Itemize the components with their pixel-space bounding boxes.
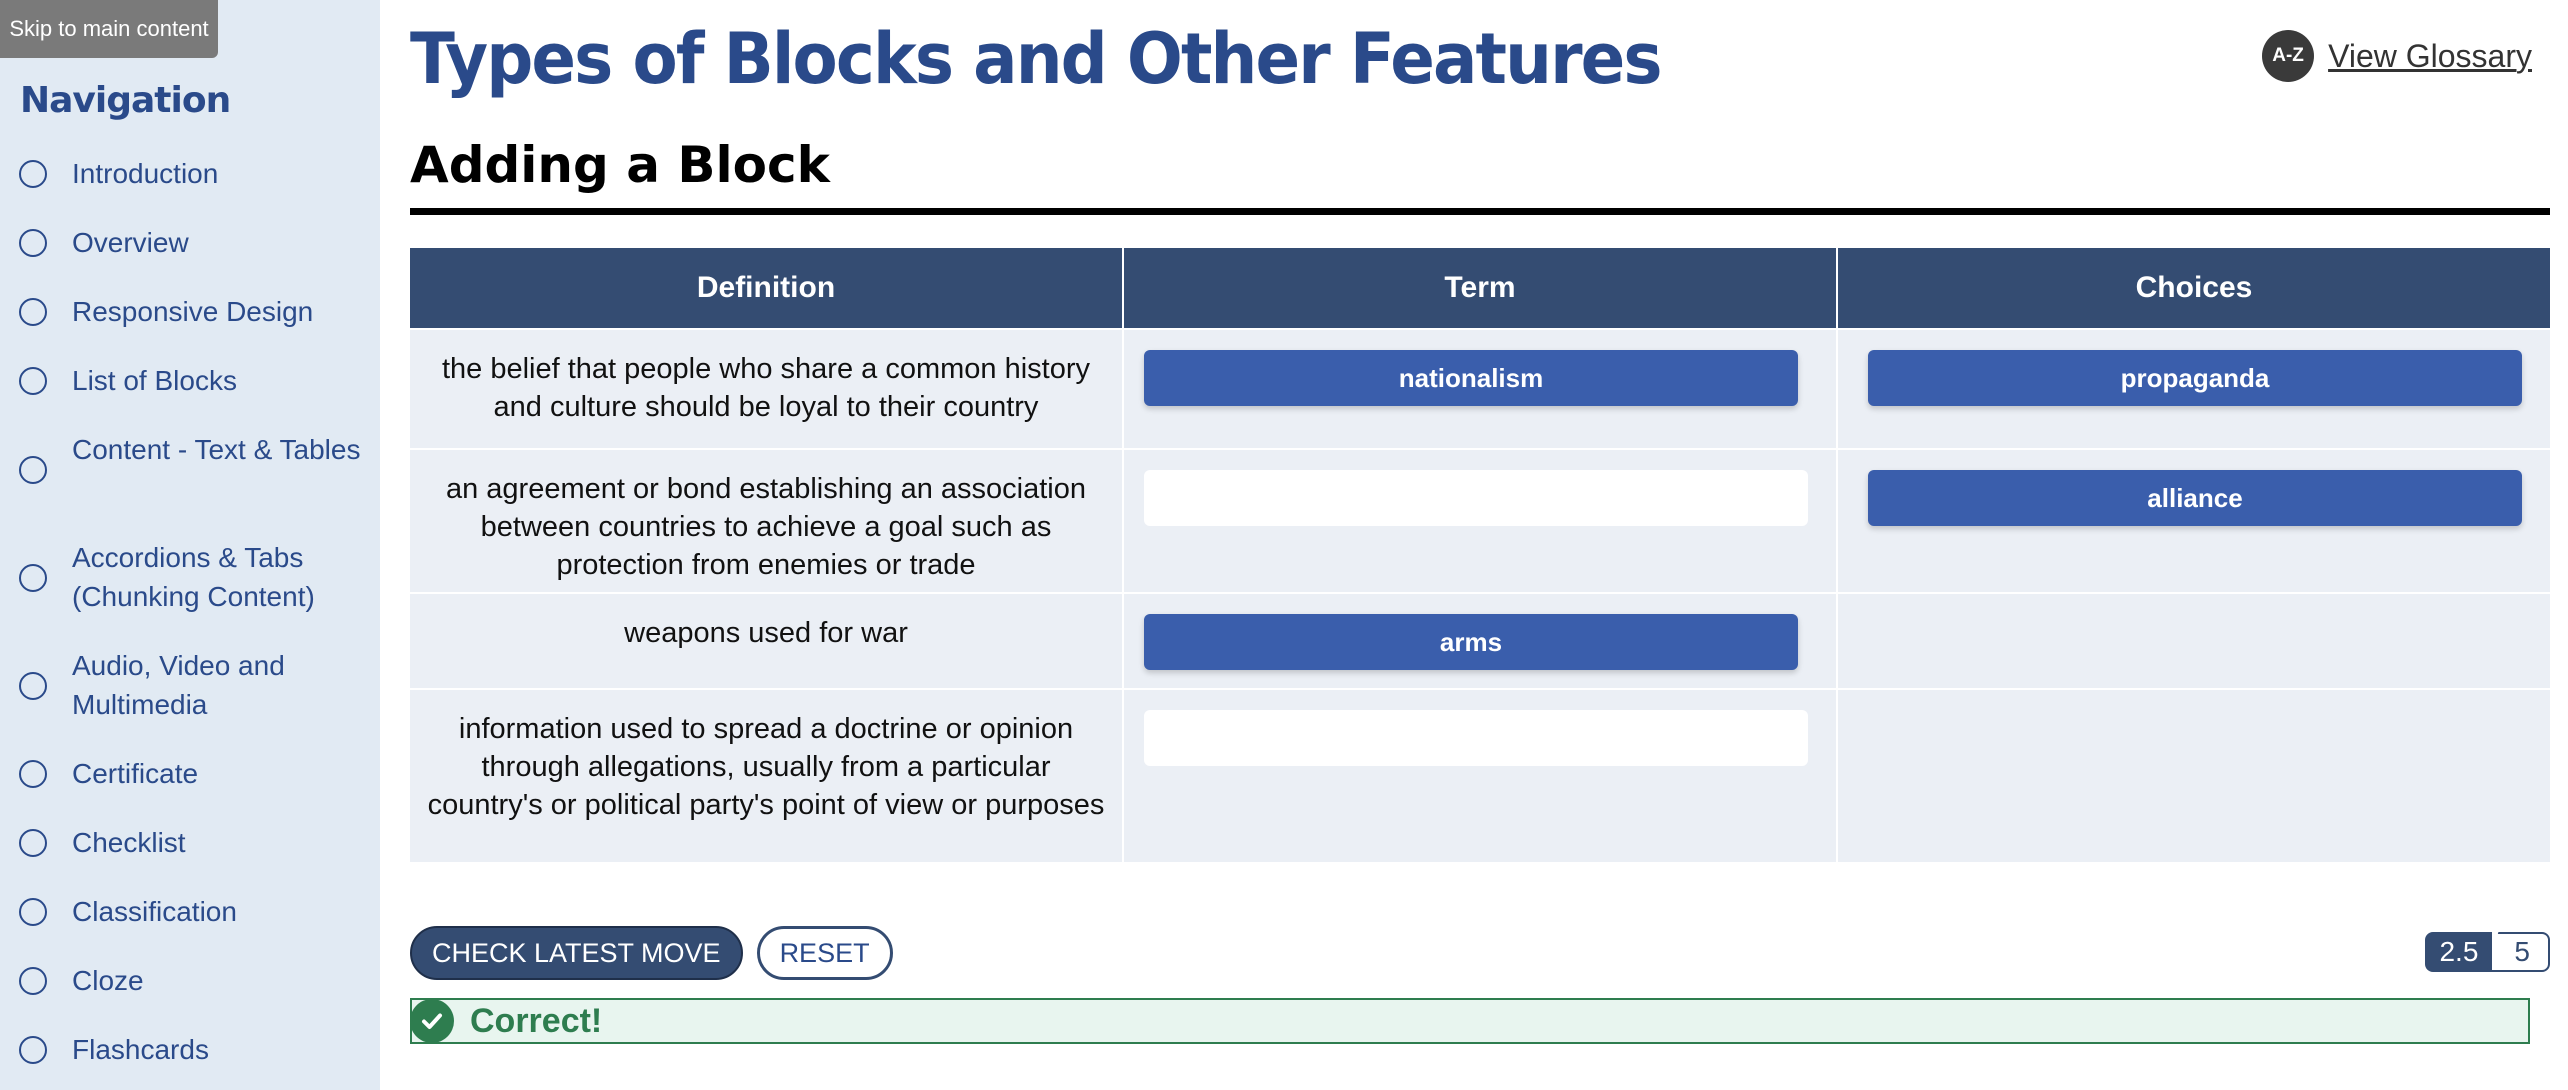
nav-item-label: Accordions & Tabs (Chunking Content) [72,542,315,612]
nav-item-label: Introduction [72,158,219,189]
choice-cell: alliance [1838,450,2550,592]
radio-icon [19,229,47,257]
nav-item-certificate[interactable]: Certificate [0,754,380,794]
definition-cell: an agreement or bond establishing an ass… [410,450,1122,592]
definition-cell: information used to spread a doctrine or… [410,690,1122,862]
nav-item-label: Certificate [72,758,199,789]
check-latest-move-button[interactable]: CHECK LATEST MOVE [410,926,743,980]
radio-icon [19,367,47,395]
term-chip[interactable]: nationalism [1144,350,1798,406]
radio-icon [19,898,47,926]
score-total: 5 [2486,932,2550,972]
nav-item-label: Flashcards [72,1034,209,1065]
column-header-choices: Choices [1838,248,2550,328]
checkmark-icon [410,999,454,1043]
choice-cell: propaganda [1838,330,2550,448]
nav-item-introduction[interactable]: Introduction [0,154,380,194]
radio-icon [19,564,47,592]
nav-item-label: Audio, Video and Multimedia [72,650,285,720]
nav-item-checklist[interactable]: Checklist [0,823,380,863]
nav-item-label: Cloze [72,965,144,996]
nav-item-responsive-design[interactable]: Responsive Design [0,292,380,332]
nav-item-label: Overview [72,227,189,258]
main-content: Types of Blocks and Other Features A-Z V… [380,0,2568,1090]
a-z-glossary-icon: A-Z [2262,30,2315,82]
radio-icon [19,829,47,857]
nav-item-label: Checklist [72,827,186,858]
sidebar-title: Navigation [20,80,231,121]
nav-item-overview[interactable]: Overview [0,223,380,263]
empty-drop-slot[interactable] [1144,710,1808,766]
nav-item-label: Classification [72,896,237,927]
score-earned: 2.5 [2425,932,2493,972]
page-title: Types of Blocks and Other Features [410,18,1663,100]
reset-button[interactable]: RESET [756,926,893,980]
nav-item-audio-video[interactable]: Audio, Video and Multimedia [0,646,380,726]
term-chip[interactable]: arms [1144,614,1798,670]
radio-icon [19,160,47,188]
drag-and-drop-table: Definition Term Choices the belief that … [410,248,2550,862]
sidebar-navigation: Navigation Introduction Overview Respons… [0,0,380,1090]
score-indicator: 2.5 5 [2425,932,2550,972]
nav-item-label: List of Blocks [72,365,237,396]
choice-cell-empty [1838,690,2550,862]
view-glossary-link[interactable]: View Glossary [2328,38,2532,75]
feedback-banner: Correct! [410,998,2530,1044]
nav-item-classification[interactable]: Classification [0,892,380,932]
term-drop-zone[interactable]: nationalism [1124,330,1836,448]
radio-icon [19,672,47,700]
term-drop-zone[interactable]: arms [1124,594,1836,688]
term-drop-zone[interactable] [1124,450,1836,592]
radio-icon [19,1036,47,1064]
nav-item-accordions-tabs[interactable]: Accordions & Tabs (Chunking Content) [0,538,380,618]
column-header-definition: Definition [410,248,1122,328]
section-title: Adding a Block [410,136,830,194]
definition-cell: the belief that people who share a commo… [410,330,1122,448]
empty-drop-slot[interactable] [1144,470,1808,526]
feedback-text: Correct! [470,1001,603,1040]
column-header-term: Term [1124,248,1836,328]
section-divider [410,208,2550,215]
nav-item-list-of-blocks[interactable]: List of Blocks [0,361,380,401]
nav-item-cloze[interactable]: Cloze [0,961,380,1001]
activity-controls: CHECK LATEST MOVE RESET [410,926,893,980]
radio-icon [19,967,47,995]
choice-cell-empty [1838,594,2550,688]
definition-cell: weapons used for war [410,594,1122,688]
term-drop-zone[interactable] [1124,690,1836,862]
nav-item-label: Responsive Design [72,296,314,327]
nav-item-content-text-tables[interactable]: Content - Text & Tables [0,430,380,510]
choice-chip[interactable]: propaganda [1868,350,2522,406]
glossary-link-group[interactable]: A-Z View Glossary [2262,30,2532,82]
choice-chip[interactable]: alliance [1868,470,2522,526]
nav-item-flashcards[interactable]: Flashcards [0,1030,380,1070]
radio-icon [19,760,47,788]
radio-icon [19,456,47,484]
skip-to-main-link[interactable]: Skip to main content [0,0,218,58]
nav-item-label: Content - Text & Tables [72,434,361,465]
radio-icon [19,298,47,326]
